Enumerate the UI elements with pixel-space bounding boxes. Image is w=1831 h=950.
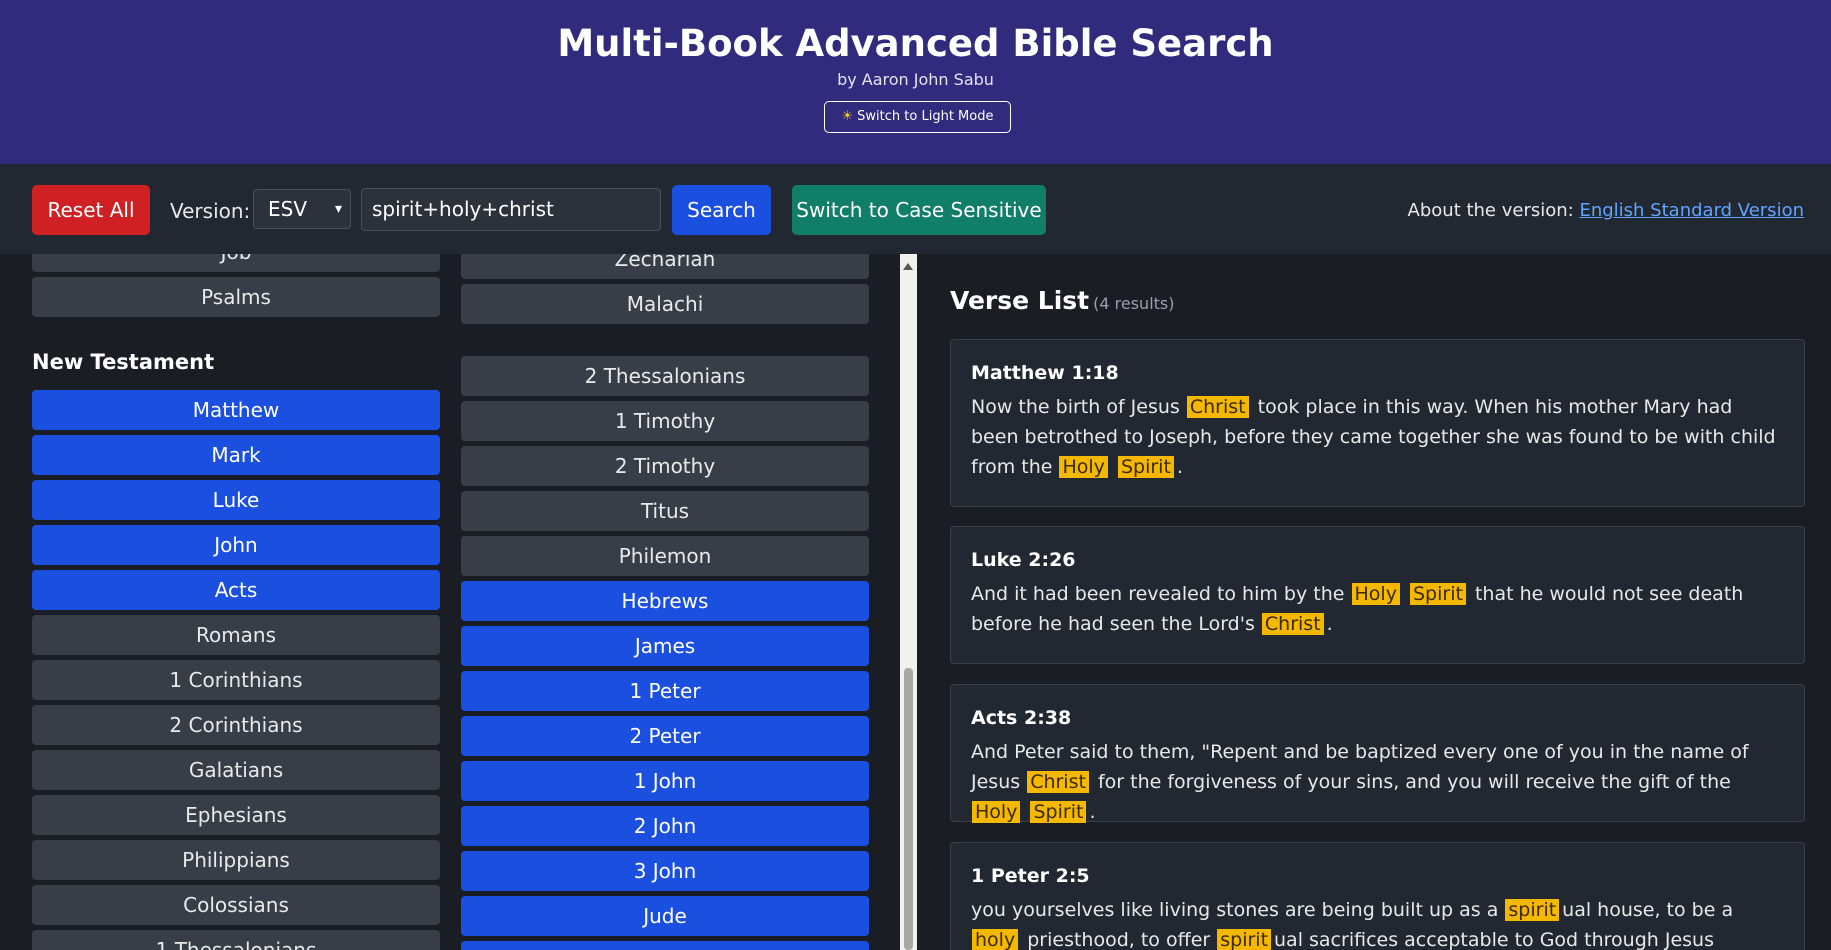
verse-reference: 1 Peter 2:5 [971, 865, 1090, 887]
book-button-ephesians[interactable]: Ephesians [32, 795, 440, 835]
verse-card: Matthew 1:18 Now the birth of Jesus Chris… [950, 339, 1805, 507]
book-button-3-john[interactable]: 3 John [461, 851, 869, 891]
verse-text: you yourselves like living stones are be… [971, 895, 1784, 950]
verse-reference: Luke 2:26 [971, 549, 1076, 571]
book-button-matthew[interactable]: Matthew [32, 390, 440, 430]
book-button-2-corinthians[interactable]: 2 Corinthians [32, 705, 440, 745]
scroll-thumb[interactable] [904, 668, 913, 950]
scroll-up-arrow-icon[interactable] [903, 263, 913, 270]
book-button-revelation[interactable]: Revelation [461, 941, 869, 950]
book-button-titus[interactable]: Titus [461, 491, 869, 531]
verse-text: And it had been revealed to him by the H… [971, 579, 1784, 639]
highlighted-term: Spirit [1117, 456, 1174, 478]
book-button-james[interactable]: James [461, 626, 869, 666]
verse-text-segment [1403, 583, 1409, 605]
verse-text: And Peter said to them, "Repent and be b… [971, 737, 1784, 827]
book-button-romans[interactable]: Romans [32, 615, 440, 655]
highlighted-term: Spirit [1409, 583, 1466, 605]
book-button-jude[interactable]: Jude [461, 896, 869, 936]
content-area: Job Psalms Matthew Mark Luke John Acts Romans 1 … [0, 254, 1831, 950]
page-header: Multi-Book Advanced Bible Search by Aaro… [0, 0, 1831, 164]
book-button-1-timothy[interactable]: 1 Timothy [461, 401, 869, 441]
version-value: ESV [268, 197, 308, 221]
verse-text-segment: ual sacrifices acceptable to God through… [1274, 929, 1714, 950]
verse-text-segment: . [1089, 801, 1096, 823]
light-mode-label: Switch to Light Mode [857, 109, 994, 124]
highlighted-term: Holy [972, 801, 1021, 823]
light-mode-button[interactable]: ☀ Switch to Light Mode [824, 101, 1011, 133]
book-button-malachi[interactable]: Malachi [461, 284, 869, 324]
verse-text-segment [1023, 801, 1029, 823]
sun-icon: ☀ [841, 109, 854, 124]
about-version: About the version: English Standard Vers… [1408, 200, 1804, 221]
verse-text-segment: priesthood, to offer [1021, 929, 1217, 950]
book-button-galatians[interactable]: Galatians [32, 750, 440, 790]
version-link[interactable]: English Standard Version [1579, 200, 1804, 221]
book-button-john[interactable]: John [32, 525, 440, 565]
book-button-1-john[interactable]: 1 John [461, 761, 869, 801]
highlighted-term: Spirit [1030, 801, 1087, 823]
verse-text-segment: Now the birth of Jesus [971, 396, 1186, 418]
highlighted-term: holy [972, 929, 1019, 950]
book-button-hebrews[interactable]: Hebrews [461, 581, 869, 621]
verse-card: Luke 2:26 And it had been revealed to him… [950, 526, 1805, 664]
new-testament-heading: New Testament [32, 350, 215, 374]
book-button-job[interactable]: Job [32, 254, 440, 272]
verse-text: Now the birth of Jesus Christ took place… [971, 392, 1784, 482]
verse-text-segment: ual house, to be a [1562, 899, 1734, 921]
highlighted-term: Christ [1261, 613, 1324, 635]
chevron-down-icon: ▾ [334, 201, 342, 217]
case-sensitive-button[interactable]: Switch to Case Sensitive [792, 185, 1046, 235]
highlighted-term: Christ [1027, 771, 1089, 793]
verse-text-segment: for the forgiveness of your sins, and yo… [1091, 771, 1731, 793]
book-button-psalms[interactable]: Psalms [32, 277, 440, 317]
search-toolbar: Reset All Version: ESV ▾ spirit+holy+chr… [0, 164, 1831, 254]
about-prefix: About the version: [1407, 200, 1574, 221]
version-select[interactable]: ESV ▾ [253, 189, 351, 229]
book-button-philippians[interactable]: Philippians [32, 840, 440, 880]
version-label: Version: [170, 199, 251, 223]
book-button-zechariah[interactable]: Zechariah [461, 254, 869, 279]
highlighted-term: Holy [1059, 456, 1108, 478]
verse-text-segment: you yourselves like living stones are be… [971, 899, 1505, 921]
book-button-philemon[interactable]: Philemon [461, 536, 869, 576]
page-title: Multi-Book Advanced Bible Search [557, 22, 1274, 65]
verse-reference: Matthew 1:18 [971, 362, 1119, 384]
verse-list-heading: Verse List (4 results) [950, 286, 1175, 315]
search-input[interactable]: spirit+holy+christ [361, 188, 661, 231]
highlighted-term: spirit [1217, 929, 1272, 950]
highlighted-term: Christ [1186, 396, 1249, 418]
reset-all-button[interactable]: Reset All [32, 185, 150, 235]
book-button-2-timothy[interactable]: 2 Timothy [461, 446, 869, 486]
verse-text-segment: . [1176, 456, 1183, 478]
book-button-colossians[interactable]: Colossians [32, 885, 440, 925]
verse-card: 1 Peter 2:5 you yourselves like living st… [950, 842, 1805, 950]
book-column-2: Zechariah Malachi 2 Thessalonians 1 Timothy… [461, 254, 869, 950]
verse-card: Acts 2:38 And Peter said to them, "Repent… [950, 684, 1805, 823]
book-button-1-thessalonians[interactable]: 1 Thessalonians [32, 930, 440, 950]
book-button-2-thessalonians[interactable]: 2 Thessalonians [461, 356, 869, 396]
highlighted-term: Holy [1351, 583, 1400, 605]
verse-text-segment [1111, 456, 1117, 478]
highlighted-term: spirit [1505, 899, 1560, 921]
book-button-mark[interactable]: Mark [32, 435, 440, 475]
verse-list-title: Verse List [950, 286, 1090, 315]
search-button[interactable]: Search [672, 185, 771, 235]
book-button-1-peter[interactable]: 1 Peter [461, 671, 869, 711]
verse-reference: Acts 2:38 [971, 707, 1072, 729]
book-button-2-john[interactable]: 2 John [461, 806, 869, 846]
verse-text-segment: . [1326, 613, 1333, 635]
book-scrollbar[interactable] [900, 254, 917, 950]
author-byline: by Aaron John Sabu [837, 70, 994, 89]
book-button-luke[interactable]: Luke [32, 480, 440, 520]
book-button-1-corinthians[interactable]: 1 Corinthians [32, 660, 440, 700]
book-button-acts[interactable]: Acts [32, 570, 440, 610]
verse-text-segment: And it had been revealed to him by the [971, 583, 1351, 605]
book-button-2-peter[interactable]: 2 Peter [461, 716, 869, 756]
verse-list-panel: Verse List (4 results) Matthew 1:18 Now th… [950, 254, 1805, 950]
result-count: (4 results) [1093, 294, 1175, 313]
